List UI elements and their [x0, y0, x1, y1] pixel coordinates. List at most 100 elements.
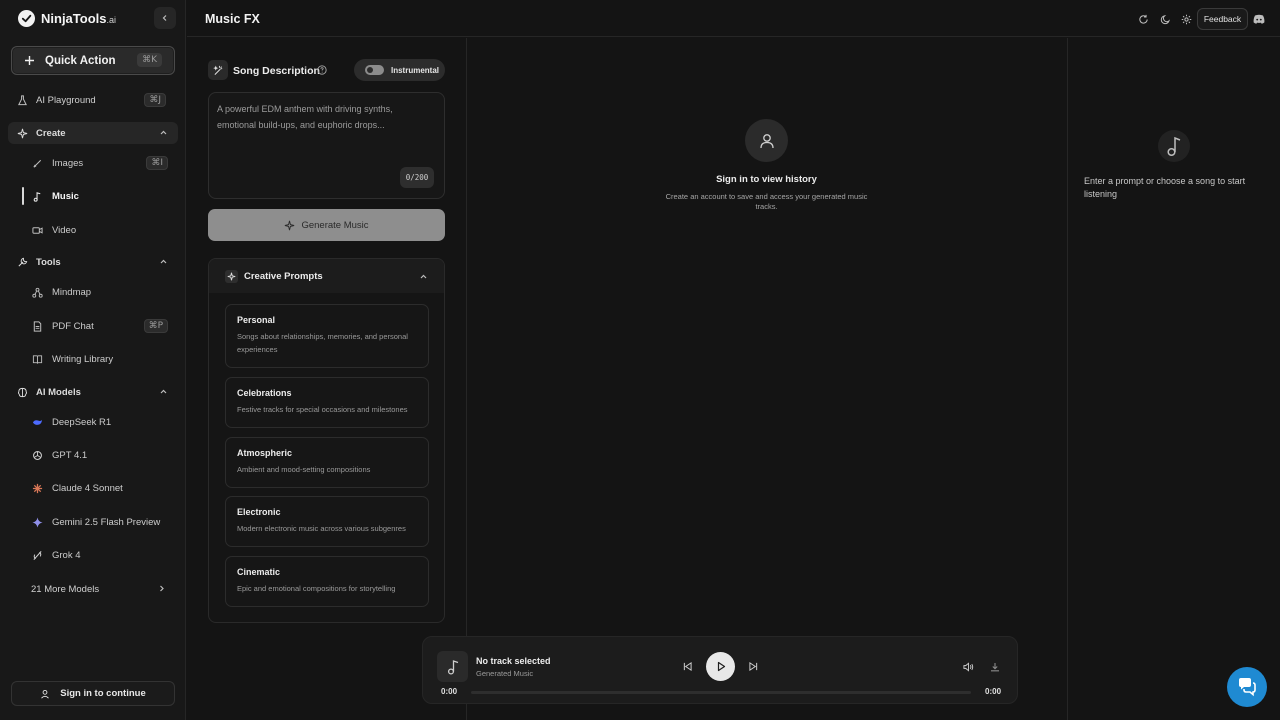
gemini-icon — [32, 516, 43, 528]
deepseek-icon — [32, 419, 43, 425]
sidebar-item-label: Video — [52, 224, 77, 236]
instrumental-toggle[interactable]: Instrumental — [354, 59, 445, 81]
document-icon — [33, 320, 42, 332]
prompt-card-cinematic[interactable]: Cinematic Epic and emotional composition… — [225, 556, 429, 607]
track-title: No track selected — [476, 656, 551, 666]
question-circle-icon — [317, 65, 327, 75]
sidebar-item-music[interactable]: Music — [22, 185, 178, 207]
feedback-button[interactable]: Feedback — [1197, 8, 1248, 30]
play-button[interactable] — [706, 652, 735, 681]
sidebar-item-label: Writing Library — [52, 353, 114, 365]
wrench-icon — [18, 257, 28, 267]
prompt-card-atmospheric[interactable]: Atmospheric Ambient and mood-setting com… — [225, 437, 429, 488]
prompt-description: Festive tracks for special occasions and… — [237, 405, 408, 414]
prompt-card-celebrations[interactable]: Celebrations Festive tracks for special … — [225, 377, 429, 428]
prompt-card-personal[interactable]: Personal Songs about relationships, memo… — [225, 304, 429, 368]
sidebar-item-label: GPT 4.1 — [52, 449, 88, 461]
shortcut-badge: ⌘I — [146, 156, 168, 170]
ninja-logo-icon — [18, 9, 35, 27]
sidebar-item-ai-playground[interactable]: AI Playground ⌘J — [8, 89, 178, 111]
sidebar-item-mindmap[interactable]: Mindmap — [22, 281, 178, 303]
song-description-placeholder: A powerful EDM anthem with driving synth… — [217, 104, 393, 130]
sidebar-section-tools[interactable]: Tools — [8, 251, 178, 273]
brush-icon — [33, 159, 42, 168]
creative-prompts-header[interactable]: Creative Prompts — [209, 259, 444, 293]
download-button[interactable] — [989, 661, 1000, 672]
sidebar-item-images[interactable]: Images ⌘I — [22, 152, 178, 174]
prompt-description: Epic and emotional compositions for stor… — [237, 584, 396, 593]
track-artwork — [437, 651, 468, 682]
next-track-button[interactable] — [748, 661, 759, 672]
music-note-icon — [1158, 130, 1190, 162]
prompt-card-electronic[interactable]: Electronic Modern electronic music acros… — [225, 496, 429, 547]
skip-forward-icon — [749, 662, 758, 671]
sidebar-item-writing-library[interactable]: Writing Library — [22, 348, 178, 370]
claude-icon — [32, 483, 43, 493]
sidebar-item-label: Mindmap — [52, 286, 92, 298]
skip-back-icon — [683, 662, 692, 671]
chevron-up-icon — [160, 389, 167, 394]
history-title: Sign in to view history — [716, 174, 817, 185]
support-chat-button[interactable] — [1227, 667, 1267, 707]
prompt-title: Atmospheric — [237, 448, 293, 458]
chevron-right-icon — [160, 585, 164, 592]
chevron-up-icon — [160, 259, 167, 264]
sidebar-item-pdf-chat[interactable]: PDF Chat ⌘P — [22, 315, 178, 337]
volume-button[interactable] — [962, 661, 974, 672]
sidebar-item-gemini-2-5-flash[interactable]: Gemini 2.5 Flash Preview — [22, 511, 178, 533]
previous-track-button[interactable] — [682, 661, 693, 672]
brain-icon — [18, 387, 27, 397]
mindmap-icon — [32, 287, 43, 298]
history-subtitle: Create an account to save and access you… — [665, 192, 868, 211]
user-icon — [41, 689, 50, 698]
collapse-sidebar-button[interactable] — [154, 7, 176, 29]
help-button[interactable] — [317, 65, 327, 75]
sidebar-item-claude-4-sonnet[interactable]: Claude 4 Sonnet — [22, 477, 178, 499]
plus-icon — [25, 56, 34, 65]
user-avatar-icon — [745, 119, 788, 162]
sidebar-item-grok-4[interactable]: Grok 4 — [22, 544, 178, 566]
toggle-switch[interactable] — [365, 65, 384, 75]
sidebar-item-label: Gemini 2.5 Flash Preview — [52, 516, 161, 528]
audio-player: No track selected Generated Music 0:00 0… — [422, 636, 1018, 704]
sidebar-section-ai-models[interactable]: AI Models — [8, 381, 178, 403]
empty-state-message: Enter a prompt or choose a song to start… — [1084, 176, 1246, 199]
chevron-up-icon — [160, 130, 167, 135]
book-icon — [32, 354, 43, 364]
prompt-title: Electronic — [237, 507, 281, 517]
music-note-icon — [33, 191, 41, 202]
discord-button[interactable] — [1252, 12, 1266, 26]
more-models-link[interactable]: 21 More Models — [8, 578, 178, 600]
refresh-button[interactable] — [1136, 12, 1150, 26]
top-header: Music FX Feedback — [187, 0, 1280, 37]
sparkles-icon — [225, 269, 238, 283]
quick-action-label: Quick Action — [45, 54, 116, 67]
sidebar-item-video[interactable]: Video — [22, 219, 178, 241]
quick-action-button[interactable]: Quick Action ⌘K — [11, 46, 175, 75]
current-time: 0:00 — [441, 687, 458, 696]
video-icon — [32, 226, 43, 234]
play-icon — [717, 661, 725, 672]
generate-music-label: Generate Music — [301, 219, 369, 231]
settings-button[interactable] — [1179, 12, 1193, 26]
flask-icon — [18, 94, 27, 105]
chevron-left-icon — [162, 15, 167, 21]
sidebar-item-label: AI Playground — [36, 94, 96, 106]
sign-in-label: Sign in to continue — [60, 688, 146, 699]
creative-prompts-panel: Creative Prompts Personal Songs about re… — [208, 258, 445, 623]
song-description-label: Song Description — [233, 65, 320, 77]
sign-in-button[interactable]: Sign in to continue — [11, 681, 175, 706]
theme-toggle-button[interactable] — [1158, 12, 1172, 26]
sidebar-item-gpt-4-1[interactable]: GPT 4.1 — [22, 444, 178, 466]
sidebar-section-create[interactable]: Create — [8, 122, 178, 144]
sidebar-item-deepseek-r1[interactable]: DeepSeek R1 — [22, 411, 178, 433]
progress-bar[interactable] — [471, 691, 971, 694]
instrumental-label: Instrumental — [391, 65, 440, 75]
generate-music-button[interactable]: Generate Music — [208, 209, 445, 241]
grok-icon — [33, 550, 42, 560]
prompt-title: Personal — [237, 315, 276, 325]
shortcut-badge: ⌘J — [144, 93, 166, 107]
player-details-panel: Enter a prompt or choose a song to start… — [1067, 38, 1280, 720]
brand-logo[interactable]: NinjaTools.ai — [18, 9, 116, 27]
song-description-input[interactable]: A powerful EDM anthem with driving synth… — [208, 92, 445, 199]
